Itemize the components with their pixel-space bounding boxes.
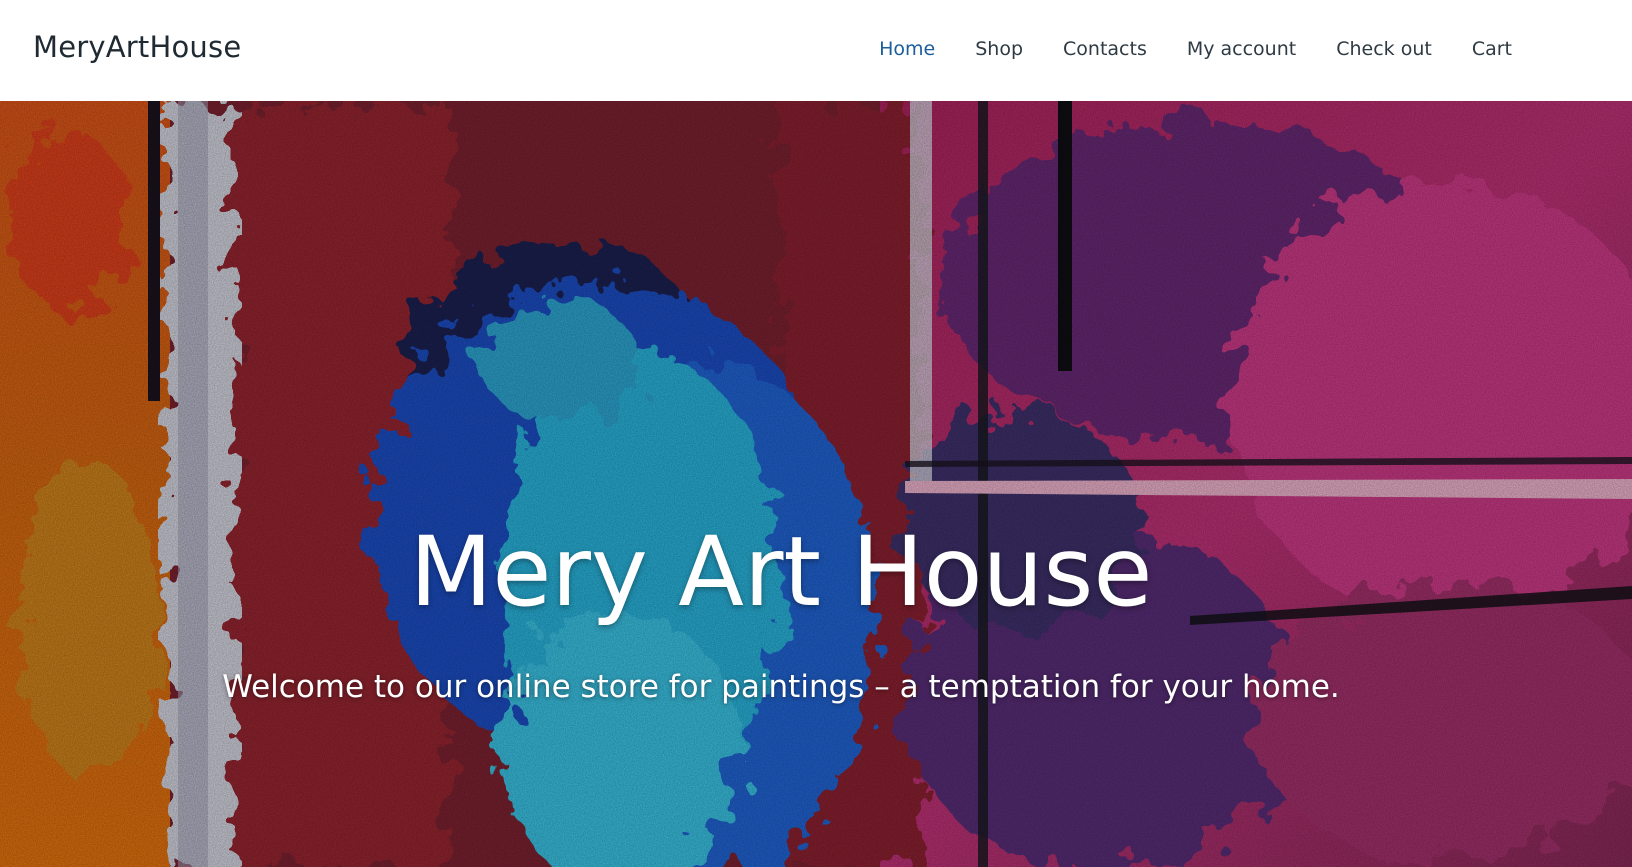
nav-link-shop[interactable]: Shop bbox=[975, 38, 1023, 60]
nav-link-my-account[interactable]: My account bbox=[1187, 38, 1296, 60]
hero-banner: Mery Art House Welcome to our online sto… bbox=[0, 101, 1632, 867]
nav-link-cart[interactable]: Cart bbox=[1472, 38, 1512, 60]
hero-title: Mery Art House bbox=[409, 516, 1153, 628]
nav-link-contacts[interactable]: Contacts bbox=[1063, 38, 1147, 60]
hero-abstract-painting-image bbox=[0, 101, 1632, 867]
site-logo-link[interactable]: MeryArtHouse bbox=[33, 30, 241, 64]
site-header: MeryArtHouse Home Shop Contacts My accou… bbox=[0, 0, 1632, 101]
nav-link-check-out[interactable]: Check out bbox=[1336, 38, 1432, 60]
main-nav: Home Shop Contacts My account Check out … bbox=[879, 38, 1512, 60]
hero-subtitle: Welcome to our online store for painting… bbox=[222, 669, 1340, 705]
nav-link-home[interactable]: Home bbox=[879, 38, 935, 60]
